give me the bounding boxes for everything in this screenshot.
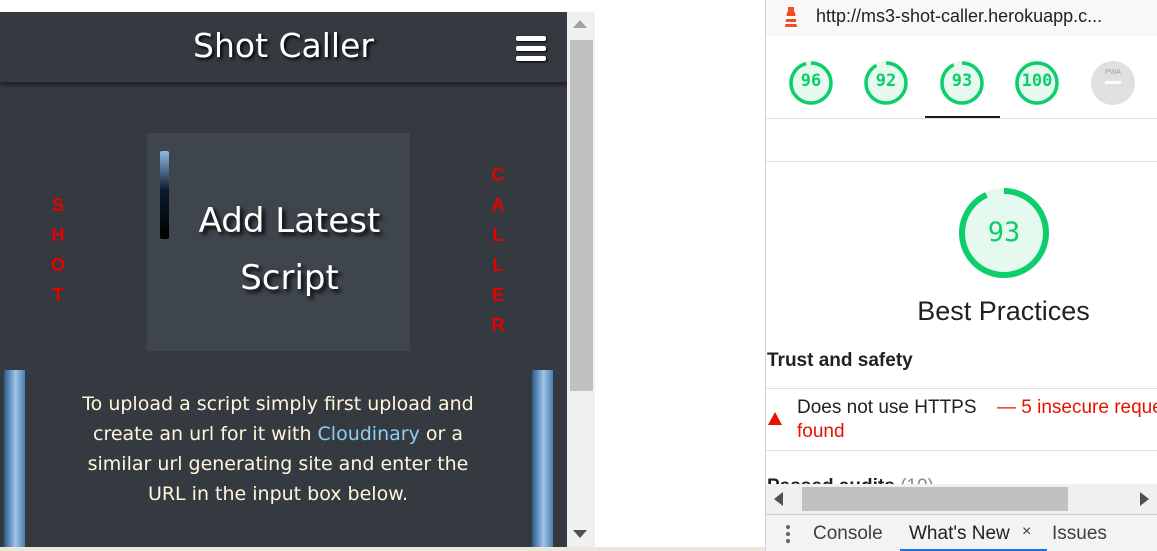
divider <box>766 450 1157 451</box>
devtools-drawer-tabs: Console What's New × Issues <box>766 514 1157 551</box>
score-value: 92 <box>875 71 897 91</box>
hero-title: Add Latest Script <box>198 201 381 298</box>
lighthouse-panel: http://ms3-shot-caller.herokuapp.c... 96… <box>766 0 1157 551</box>
side-letter: T <box>52 285 66 305</box>
scroll-left-arrow-icon[interactable] <box>774 492 783 506</box>
scrollbar-thumb[interactable] <box>570 40 593 391</box>
category-title: Best Practices <box>917 296 1090 326</box>
side-letter: C <box>491 165 505 185</box>
category-score-gauge: 93 <box>958 187 1050 279</box>
kebab-menu-icon[interactable] <box>786 525 790 543</box>
side-letter: H <box>51 225 67 245</box>
audit-detail-continued: found <box>797 421 845 442</box>
side-letter: O <box>50 255 67 275</box>
pwa-badge[interactable]: PWA <box>1090 60 1136 105</box>
side-word-right: C A L L E R <box>489 160 507 340</box>
score-value: 93 <box>951 71 973 91</box>
score-gauge-best-practices[interactable]: 93 <box>939 60 985 105</box>
scroll-right-arrow-icon[interactable] <box>1140 492 1149 506</box>
warning-triangle-icon <box>768 412 782 425</box>
divider <box>766 161 1157 162</box>
scrollbar-thumb[interactable] <box>802 487 1068 511</box>
site-brand[interactable]: Shot Caller <box>0 26 567 65</box>
decorative-strip-right <box>532 370 553 551</box>
side-word-left: S H O T <box>50 190 68 310</box>
pwa-label: PWA <box>1105 69 1121 76</box>
report-url: http://ms3-shot-caller.herokuapp.c... <box>816 6 1103 26</box>
hero-card: Add Latest Script <box>147 133 410 351</box>
divider <box>766 118 1157 119</box>
score-gauge-accessibility[interactable]: 92 <box>863 60 909 105</box>
intro-paragraph: To upload a script simply first upload a… <box>78 389 478 509</box>
horizontal-scrollbar[interactable] <box>766 484 1157 514</box>
divider <box>766 388 1157 389</box>
side-letter: R <box>491 315 505 335</box>
tab-whats-new[interactable]: What's New <box>909 523 1010 545</box>
scroll-down-arrow-icon[interactable] <box>573 530 587 538</box>
score-gauge-performance[interactable]: 96 <box>788 60 834 105</box>
tab-console[interactable]: Console <box>813 523 883 545</box>
side-letter: A <box>491 195 505 215</box>
side-letter: E <box>491 285 504 305</box>
audit-detail: — 5 insecure reque <box>997 397 1157 418</box>
hero-decoration <box>160 151 169 239</box>
hamburger-menu-icon[interactable] <box>516 36 546 62</box>
page-scrollbar[interactable] <box>567 12 595 551</box>
navbar: Shot Caller <box>0 12 567 83</box>
score-value: 96 <box>800 71 822 91</box>
score-gauge-seo[interactable]: 100 <box>1014 60 1060 105</box>
divider <box>0 547 765 551</box>
category-score-value: 93 <box>987 217 1021 248</box>
side-letter: L <box>492 255 504 275</box>
lighthouse-icon <box>785 7 797 27</box>
tab-issues[interactable]: Issues <box>1052 523 1107 545</box>
scroll-up-arrow-icon[interactable] <box>573 20 587 28</box>
decorative-strip-left <box>4 370 25 551</box>
audit-group-title: Trust and safety <box>767 350 913 371</box>
pwa-icon: PWA <box>1091 61 1135 105</box>
report-url-bar: http://ms3-shot-caller.herokuapp.c... <box>766 0 1157 36</box>
side-letter: L <box>492 225 504 245</box>
mobile-page-preview: Shot Caller S H O T C A L L E R Add Late… <box>0 12 567 551</box>
close-icon[interactable]: × <box>1022 523 1031 541</box>
audit-title[interactable]: Does not use HTTPS <box>797 397 977 419</box>
cloudinary-link[interactable]: Cloudinary <box>318 423 420 445</box>
score-value: 100 <box>1021 71 1053 91</box>
side-letter: S <box>51 195 66 215</box>
